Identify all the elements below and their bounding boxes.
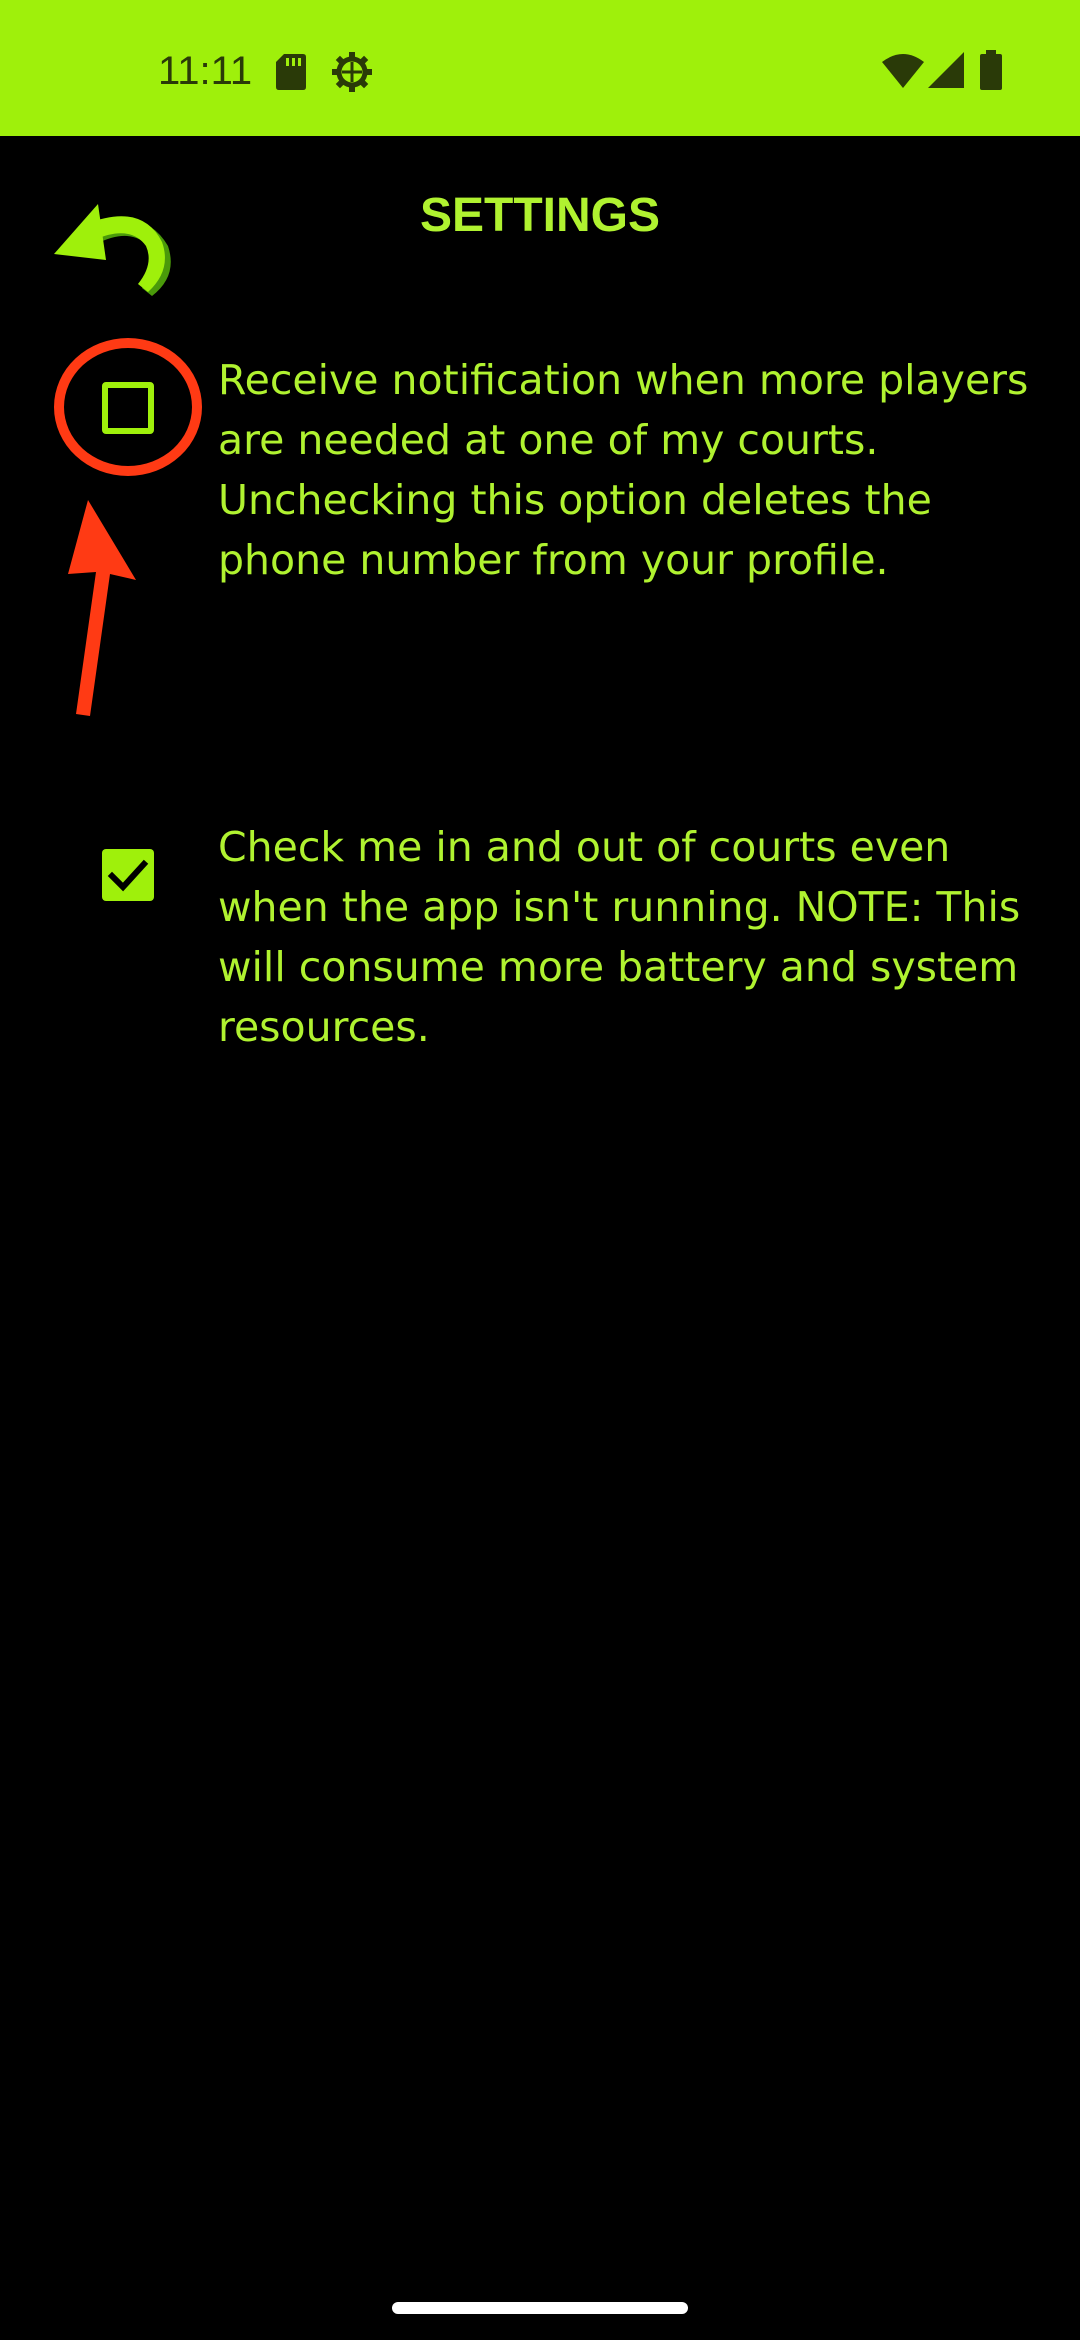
annotation-highlight-circle [54, 338, 202, 476]
status-time: 11:11 [158, 49, 253, 93]
background-checkin-checkbox[interactable] [102, 849, 154, 901]
status-bar: 11:11 [0, 0, 1080, 136]
settings-screen: 11:11 SETTINGS Receive notification when… [0, 0, 1080, 2340]
annotation-arrow-icon [68, 500, 136, 716]
wifi-icon [882, 54, 924, 88]
cell-signal-icon [928, 52, 964, 88]
checkmark-icon [107, 859, 149, 892]
notification-setting-label: Receive notification when more players a… [218, 356, 1029, 584]
battery-icon [980, 50, 1002, 90]
background-checkin-setting-label: Check me in and out of courts even when … [218, 823, 1021, 1051]
page-title: SETTINGS [419, 189, 661, 242]
home-indicator[interactable] [392, 2302, 688, 2314]
sd-card-icon [276, 54, 306, 90]
settings-gear-icon [332, 52, 372, 92]
